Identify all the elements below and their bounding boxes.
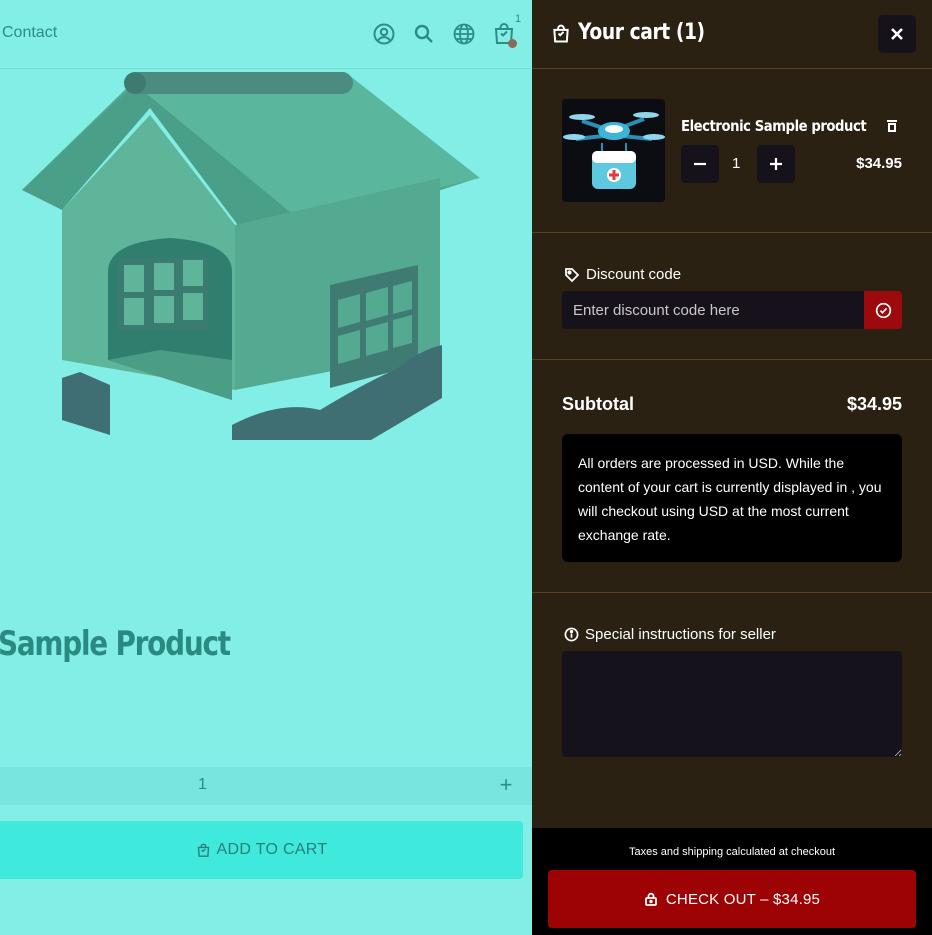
product-image[interactable]	[0, 60, 500, 440]
cart-item-image[interactable]	[562, 99, 665, 202]
discount-label: Discount code	[564, 266, 681, 283]
close-cart-button[interactable]	[878, 15, 916, 53]
info-icon	[564, 627, 579, 642]
cart-footer: Taxes and shipping calculated at checkou…	[532, 828, 932, 935]
minus-icon	[694, 162, 706, 166]
globe-icon[interactable]	[451, 21, 477, 47]
product-title: Sample Product	[0, 624, 231, 664]
apply-discount-button[interactable]	[864, 291, 902, 329]
site-header: Contact 1	[0, 0, 532, 69]
account-icon[interactable]	[371, 21, 397, 47]
cart-count-badge: 1	[515, 13, 522, 25]
cart-summary: Subtotal $34.95 All orders are processed…	[532, 360, 932, 593]
special-instructions-label: Special instructions for seller	[564, 626, 776, 643]
tag-icon	[565, 267, 580, 282]
cart-item-price: $34.95	[856, 155, 902, 172]
cart-title: Your cart (1)	[578, 20, 705, 45]
add-to-cart-button[interactable]: ADD TO CART	[0, 821, 523, 879]
cart-item-quantity[interactable]: 1	[732, 155, 740, 172]
quantity-stepper: 1 +	[0, 767, 532, 805]
quantity-plus-button[interactable]: +	[494, 773, 518, 797]
checkout-button[interactable]: CHECK OUT – $34.95	[548, 870, 916, 928]
plus-icon	[770, 158, 782, 170]
special-instructions-textarea[interactable]	[562, 651, 902, 757]
cart-drawer: Your cart (1) Electronic Sample product …	[532, 0, 932, 935]
currency-note: All orders are processed in USD. While t…	[562, 434, 902, 562]
discount-code-input[interactable]	[562, 291, 864, 329]
discount-section: Discount code	[532, 233, 932, 360]
cart-icon	[197, 843, 209, 857]
storefront-page: Contact 1 Sample Product 1 + ADD TO CART	[0, 0, 532, 935]
cart-drawer-header: Your cart (1)	[532, 0, 932, 69]
cart-icon	[553, 24, 569, 43]
cart-item-name[interactable]: Electronic Sample product	[681, 117, 867, 135]
quantity-decrease-button[interactable]	[681, 145, 719, 183]
search-icon[interactable]	[411, 21, 437, 47]
subtotal-label: Subtotal	[562, 394, 634, 414]
subtotal-value: $34.95	[846, 394, 902, 414]
trash-icon[interactable]	[884, 118, 900, 134]
cart-item: Electronic Sample product 1 $34.95	[532, 69, 932, 233]
quantity-increase-button[interactable]	[757, 145, 795, 183]
nav-link-contact[interactable]: Contact	[2, 24, 57, 42]
add-to-cart-label: ADD TO CART	[216, 841, 328, 858]
special-instructions-section: Special instructions for seller	[532, 593, 932, 828]
quantity-value[interactable]: 1	[198, 776, 207, 794]
cart-indicator-dot	[508, 39, 517, 48]
checkout-label: CHECK OUT – $34.95	[665, 890, 821, 908]
check-circle-icon	[875, 302, 891, 318]
lock-icon	[644, 892, 657, 906]
close-icon	[891, 28, 903, 40]
tax-note: Taxes and shipping calculated at checkou…	[628, 846, 836, 858]
